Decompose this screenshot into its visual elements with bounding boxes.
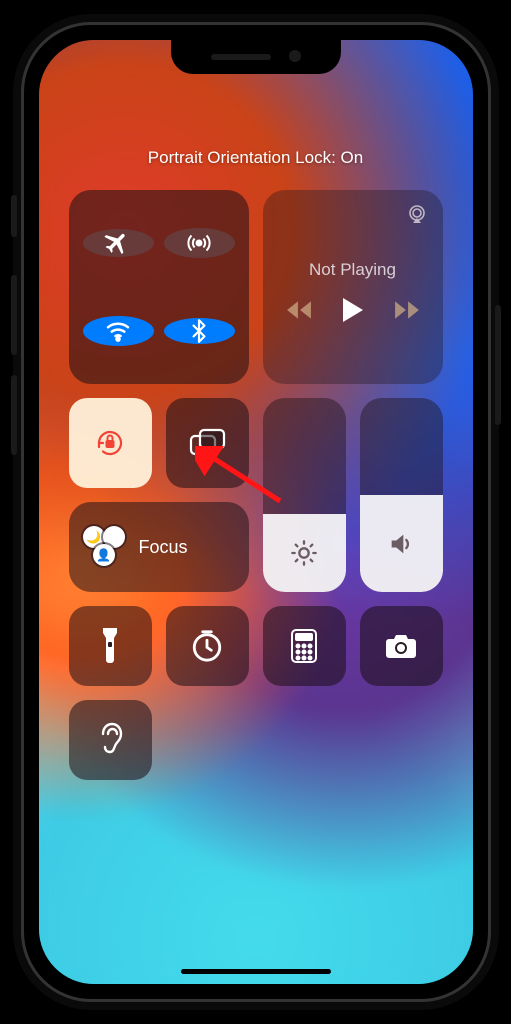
flashlight-icon	[99, 628, 121, 664]
rewind-button[interactable]	[286, 300, 312, 320]
airplane-icon	[104, 229, 132, 257]
brightness-fill	[263, 514, 346, 592]
power-button	[495, 305, 501, 425]
wifi-button[interactable]	[83, 316, 154, 346]
flashlight-button[interactable]	[69, 606, 152, 686]
timer-button[interactable]	[166, 606, 249, 686]
iphone-frame: Portrait Orientation Lock: On	[21, 22, 491, 1002]
brightness-slider[interactable]	[263, 398, 346, 592]
orientation-lock-button[interactable]	[69, 398, 152, 488]
calculator-icon	[291, 629, 317, 663]
mute-switch	[11, 195, 17, 237]
focus-button[interactable]: 🌙 🛏 👤 Focus	[69, 502, 249, 592]
focus-mode-icons: 🌙 🛏 👤	[83, 524, 129, 570]
media-playback-group[interactable]: Not Playing	[263, 190, 443, 384]
hearing-button[interactable]	[69, 700, 152, 780]
ear-icon	[96, 722, 124, 758]
screen-mirroring-icon	[188, 427, 226, 459]
home-indicator[interactable]	[181, 969, 331, 974]
bluetooth-button[interactable]	[164, 318, 235, 344]
orientation-lock-icon	[90, 423, 130, 463]
speaker-icon	[387, 530, 415, 558]
calculator-button[interactable]	[263, 606, 346, 686]
camera-icon	[384, 632, 418, 660]
volume-slider[interactable]	[360, 398, 443, 592]
screen-mirroring-button[interactable]	[166, 398, 249, 488]
timer-icon	[190, 629, 224, 663]
notch	[171, 40, 341, 74]
cellular-data-button[interactable]	[164, 228, 235, 258]
airplay-icon[interactable]	[405, 202, 429, 226]
camera-button[interactable]	[360, 606, 443, 686]
volume-up-button	[11, 275, 17, 355]
media-controls	[286, 298, 420, 322]
control-center: Not Playing	[69, 190, 443, 780]
wifi-icon	[103, 316, 133, 346]
forward-button[interactable]	[394, 300, 420, 320]
volume-down-button	[11, 375, 17, 455]
antenna-icon	[184, 228, 214, 258]
sun-icon	[290, 539, 318, 567]
focus-label: Focus	[139, 537, 188, 558]
screen: Portrait Orientation Lock: On	[39, 40, 473, 984]
volume-fill	[360, 495, 443, 592]
airplane-mode-button[interactable]	[83, 229, 154, 257]
bluetooth-icon	[186, 318, 212, 344]
play-button[interactable]	[342, 298, 364, 322]
connectivity-group[interactable]	[69, 190, 249, 384]
personal-focus-icon: 👤	[93, 544, 115, 566]
status-banner: Portrait Orientation Lock: On	[39, 148, 473, 168]
now-playing-label: Not Playing	[309, 260, 396, 280]
